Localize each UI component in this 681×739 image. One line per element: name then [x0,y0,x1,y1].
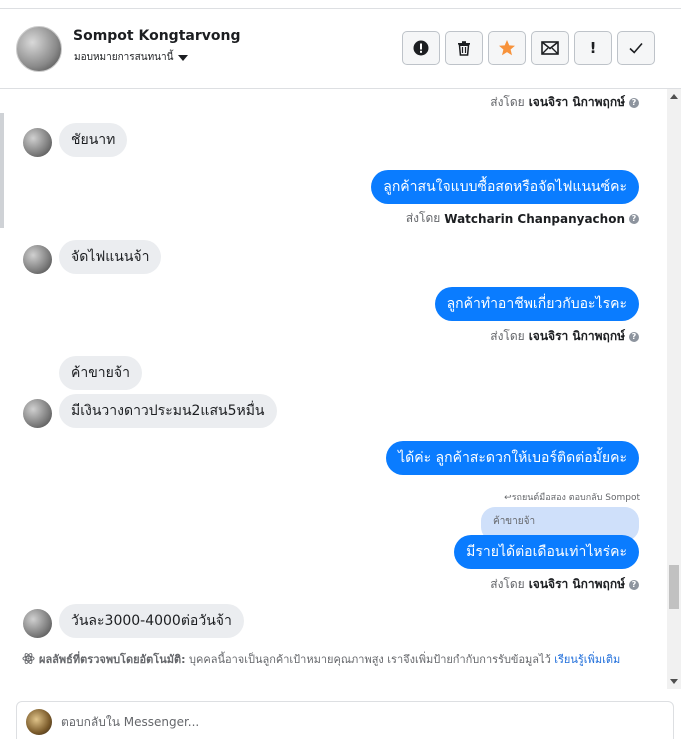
reply-meta: ↩รถยนต์มือสอง ตอบกลับ Sompot [504,493,640,503]
conversation-panel: Sompot Kongtarvong มอบหมายการสนทนานี้ ! … [0,0,681,739]
sent-by-agent: เจนจิรา นิกาพฤกษ์ [528,329,625,343]
incoming-message: ชัยนาท [59,123,128,157]
page-avatar [26,709,52,735]
scroll-thumb[interactable] [669,565,679,609]
sent-by-agent: เจนจิรา นิกาพฤกษ์ [528,95,625,109]
contact-avatar-small [23,245,52,274]
spam-icon [413,40,429,56]
star-button[interactable] [488,31,526,65]
scroll-up-arrow-icon[interactable] [670,94,678,99]
outgoing-message: ลูกค้าสนใจแบบซื้อสดหรือจัดไฟแนนซ์คะ [371,170,639,204]
incoming-message: จัดไฟแนนจ้า [59,240,162,274]
caret-down-icon [178,54,189,61]
help-icon[interactable]: ? [629,579,639,590]
learn-more-link[interactable]: เรียนรู้เพิ่มเติม [554,653,620,666]
trash-icon [458,41,470,56]
sent-by-line: ส่งโดย เจนจิรา นิกาพฤกษ์ ? [490,327,639,346]
auto-detected-body: บุคคลนี้อาจเป็นลูกค้าเป้าหมายคุณภาพสูง เ… [189,653,551,666]
sent-by-prefix: ส่งโดย [490,329,525,343]
conversation-header: Sompot Kongtarvong มอบหมายการสนทนานี้ ! [0,9,681,89]
important-label: ! [589,39,597,57]
outgoing-message: มีรายได้ต่อเดือนเท่าไหร่คะ [454,535,639,569]
check-icon [629,42,643,54]
sent-by-prefix: ส่งโดย [490,95,525,109]
assign-conversation-dropdown[interactable]: มอบหมายการสนทนานี้ [74,50,189,65]
done-button[interactable] [617,31,655,65]
message-thread: ส่งโดย เจนจิรา นิกาพฤกษ์ ? ชัยนาท ลูกค้า… [0,89,665,689]
contact-avatar[interactable] [16,26,62,72]
incoming-message: มีเงินวางดาวประมน2แสน5หมื่น [59,394,277,428]
scroll-down-arrow-icon[interactable] [670,679,678,684]
mark-important-button[interactable]: ! [574,31,612,65]
auto-detected-title: ผลลัพธ์ที่ตรวจพบโดยอัตโนมัติ: [39,653,186,666]
sent-by-agent: เจนจิรา นิกาพฤกษ์ [528,577,625,591]
sent-by-line: ส่งโดย เจนจิรา นิกาพฤกษ์ ? [490,93,639,112]
top-strip [0,0,681,9]
assign-label: มอบหมายการสนทนานี้ [74,52,174,63]
delete-button[interactable] [445,31,483,65]
reply-composer [16,701,674,739]
outgoing-message: ได้ค่ะ ลูกค้าสะดวกให้เบอร์ติดต่อมั้ยคะ [386,441,639,475]
mail-button[interactable] [531,31,569,65]
incoming-message: วันละ3000-4000ต่อวันจ้า [59,604,244,638]
auto-detected-note: ผลลัพธ์ที่ตรวจพบโดยอัตโนมัติ: บุคคลนี้อา… [22,651,642,668]
spam-button[interactable] [402,31,440,65]
reply-input[interactable] [61,711,621,733]
help-icon[interactable]: ? [629,331,639,342]
incoming-message: ค้าขายจ้า [59,356,142,390]
sent-by-prefix: ส่งโดย [405,211,441,225]
star-icon [499,40,515,56]
sent-by-line: ส่งโดย Watcharin Chanpanyachon ? [406,209,639,228]
atom-icon [22,653,35,664]
mail-icon [541,41,559,55]
thread-scrollbar[interactable] [667,89,681,689]
contact-avatar-small [23,609,52,638]
contact-name[interactable]: Sompot Kongtarvong [73,28,240,44]
sent-by-line: ส่งโดย เจนจิรา นิกาพฤกษ์ ? [490,575,639,594]
help-icon[interactable]: ? [629,213,639,224]
contact-avatar-small [23,128,52,157]
outgoing-message: ลูกค้าทำอาชีพเกี่ยวกับอะไรคะ [434,287,639,321]
sent-by-agent: Watcharin Chanpanyachon [444,211,625,226]
contact-avatar-small [23,399,52,428]
sent-by-prefix: ส่งโดย [490,577,525,591]
help-icon[interactable]: ? [629,97,639,108]
